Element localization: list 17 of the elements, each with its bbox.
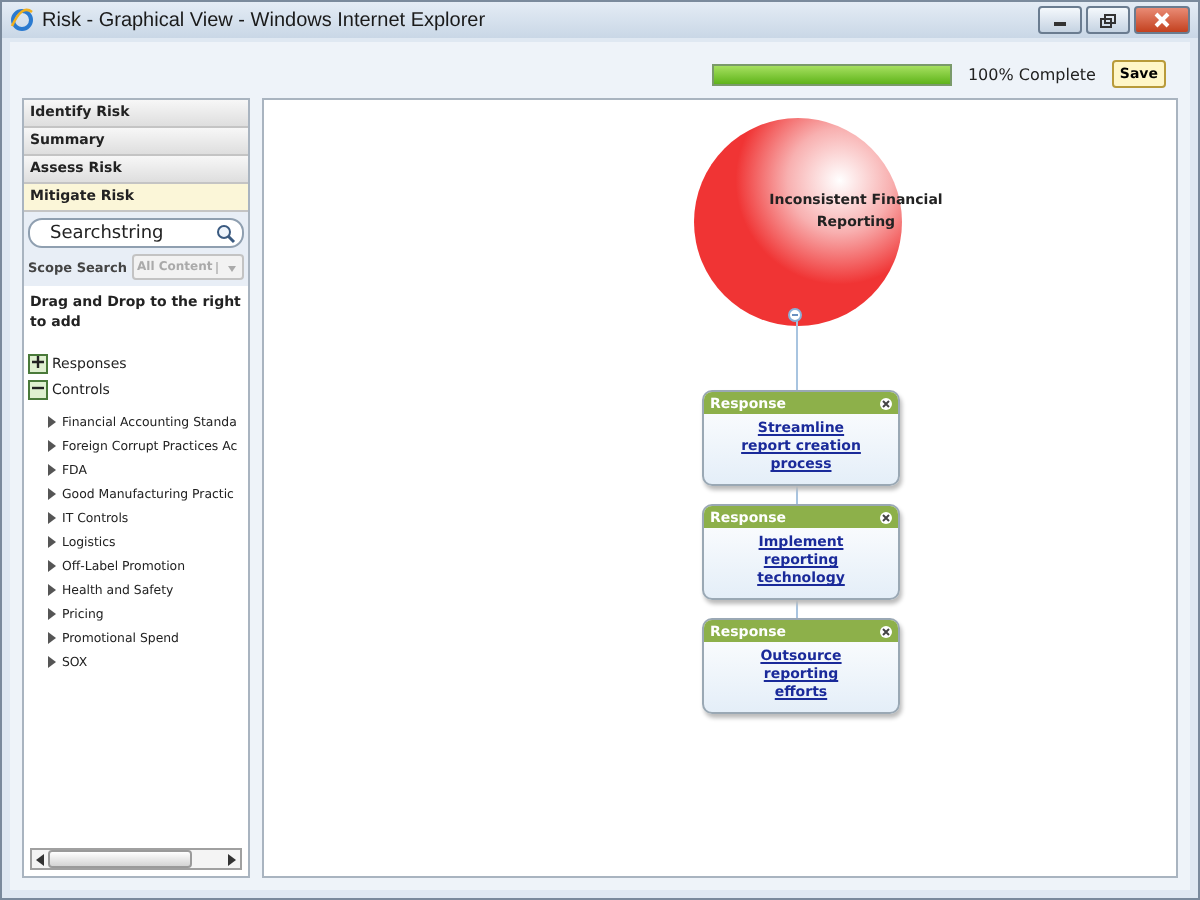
browser-logo-icon: [10, 8, 34, 32]
collapse-icon[interactable]: [28, 379, 48, 400]
restore-button[interactable]: [1086, 6, 1130, 34]
scroll-right-icon[interactable]: [226, 853, 238, 865]
expand-icon[interactable]: [28, 353, 48, 374]
close-icon[interactable]: [880, 625, 892, 637]
minimize-button[interactable]: [1038, 6, 1082, 34]
search-icon[interactable]: [216, 223, 236, 243]
window-title: Risk - Graphical View - Windows Internet Explorer: [42, 9, 488, 31]
progress-reading: 100% Complete: [967, 65, 1096, 83]
restore-icon[interactable]: [1100, 13, 1116, 27]
close-button[interactable]: [1134, 6, 1190, 34]
scroll-left-icon[interactable]: [34, 853, 46, 865]
horizontal-scrollbar[interactable]: [30, 848, 242, 870]
search-field[interactable]: Searchstring: [28, 218, 244, 248]
close-icon[interactable]: [880, 397, 892, 409]
close-icon[interactable]: [880, 511, 892, 523]
